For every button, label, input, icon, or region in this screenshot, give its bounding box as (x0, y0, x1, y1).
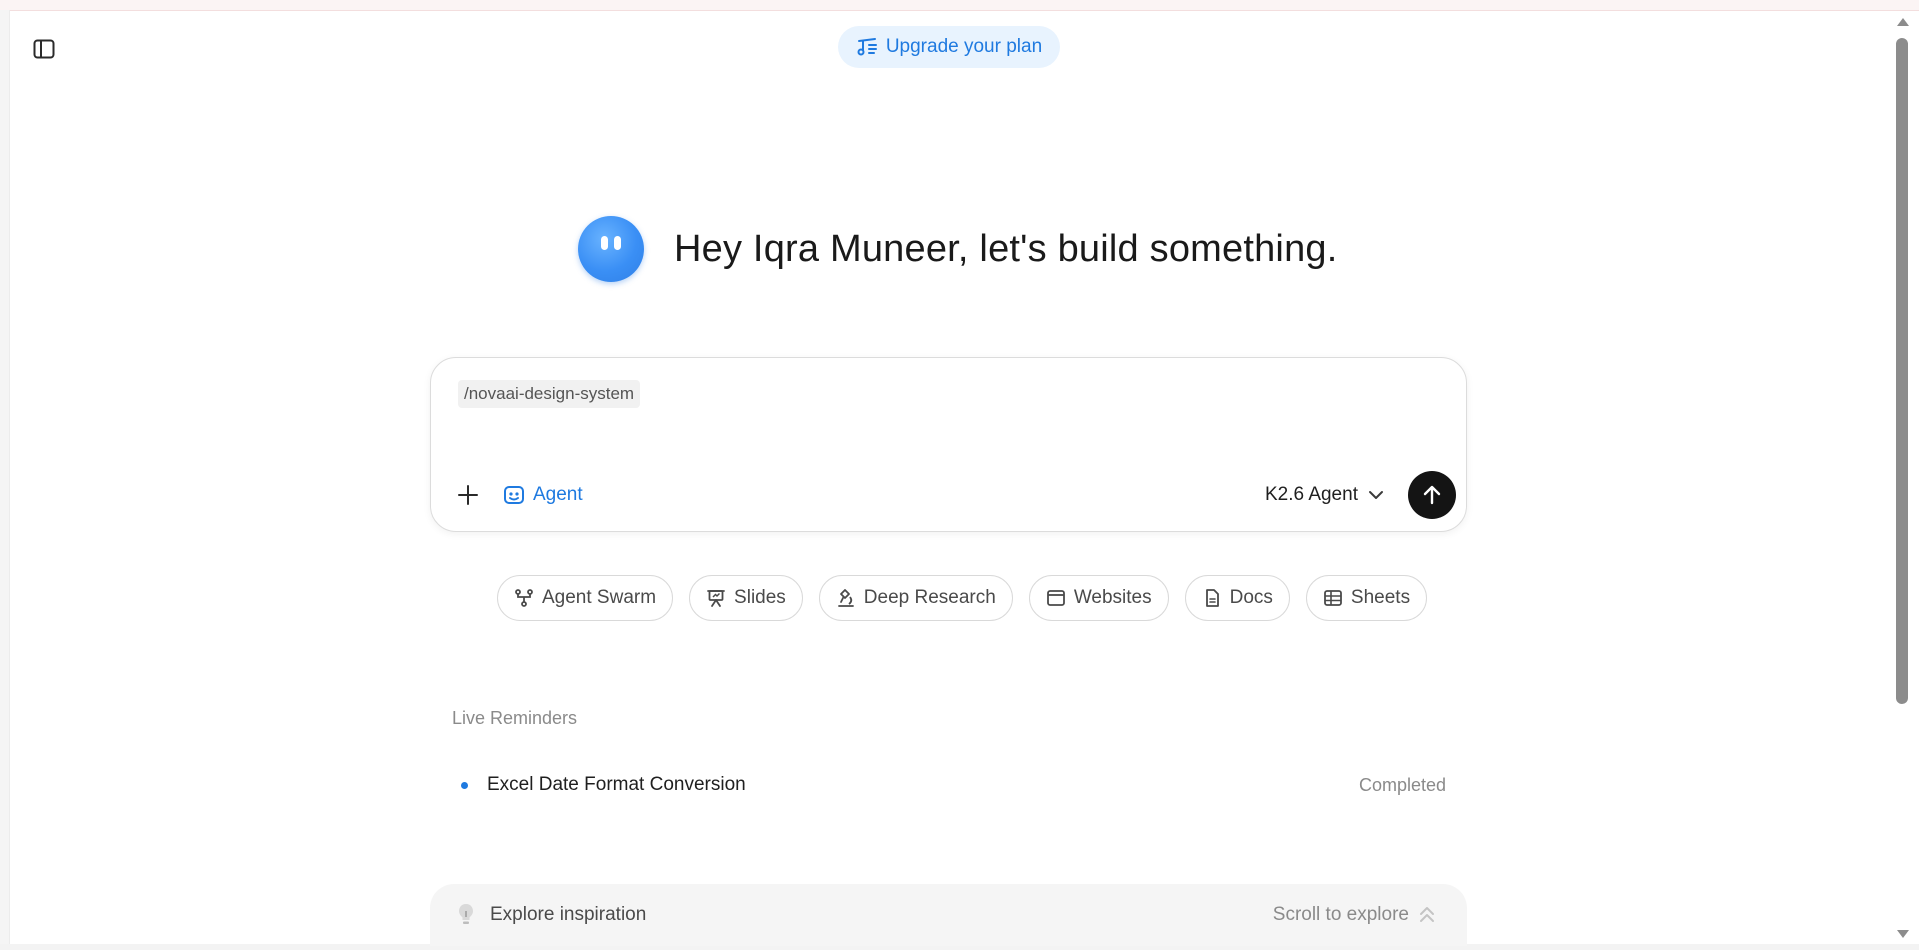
microscope-icon (837, 589, 854, 607)
explore-label-group: Explore inspiration (456, 902, 646, 928)
assistant-avatar (578, 216, 644, 282)
plus-icon (458, 485, 478, 505)
upgrade-plan-button[interactable]: Upgrade your plan (838, 26, 1060, 68)
scroll-down-arrow[interactable] (1897, 930, 1909, 938)
scroll-thumb[interactable] (1896, 38, 1908, 704)
arrow-up-icon (1423, 485, 1441, 505)
chip-label: Deep Research (863, 587, 996, 608)
chevron-down-icon (1368, 491, 1383, 499)
double-chevron-up-icon (1420, 907, 1434, 922)
chip-slides[interactable]: Slides (689, 575, 803, 621)
avatar-eye (614, 236, 621, 250)
window-left-edge (0, 10, 10, 950)
chip-label: Slides (734, 587, 786, 608)
model-selector-label: K2.6 Agent (1265, 484, 1358, 505)
agent-mode-label: Agent (533, 484, 583, 505)
slides-icon (707, 590, 725, 607)
slash-command-chip[interactable]: /novaai-design-system (458, 380, 641, 408)
table-icon (1324, 590, 1342, 606)
music-note-icon (857, 38, 877, 56)
live-reminders-title: Live Reminders (452, 708, 578, 728)
avatar-eye (601, 236, 608, 250)
scroll-hint-label: Scroll to explore (1272, 904, 1409, 925)
explore-inspiration-bar[interactable]: Explore inspiration Scroll to explore (430, 884, 1467, 946)
reminder-status: Completed (1358, 774, 1446, 795)
hero: Hey Iqra Muneer, let's build something. (578, 214, 1338, 284)
scroll-up-arrow[interactable] (1897, 18, 1909, 26)
sidebar-toggle-button[interactable] (31, 36, 57, 62)
greeting-heading: Hey Iqra Muneer, let's build something. (674, 227, 1338, 270)
agent-mode-toggle[interactable]: Agent (503, 480, 583, 510)
chip-sheets[interactable]: Sheets (1305, 575, 1428, 621)
send-button[interactable] (1408, 471, 1456, 519)
window-top-edge (0, 0, 1919, 11)
reminder-status-dot (461, 781, 468, 789)
chip-deep-research[interactable]: Deep Research (818, 575, 1013, 621)
chip-label: Docs (1229, 587, 1273, 608)
page-scrollbar[interactable] (1893, 12, 1911, 940)
agent-icon (504, 486, 524, 504)
shortcut-chips: Agent Swarm Slides Deep Research Website… (497, 575, 1428, 623)
chip-docs[interactable]: Docs (1184, 575, 1290, 621)
sidebar-panel-icon (33, 39, 55, 59)
explore-label: Explore inspiration (490, 904, 647, 925)
browser-icon (1046, 590, 1065, 606)
chip-label: Sheets (1350, 587, 1411, 608)
reminder-title: Excel Date Format Conversion (487, 774, 746, 795)
scroll-to-explore[interactable]: Scroll to explore (1273, 904, 1435, 926)
upgrade-plan-label: Upgrade your plan (885, 36, 1043, 57)
add-attachment-button[interactable] (453, 480, 483, 510)
chip-label: Websites (1073, 587, 1152, 608)
swarm-icon (515, 589, 533, 607)
chip-agent-swarm[interactable]: Agent Swarm (497, 575, 674, 621)
reminder-item[interactable]: Excel Date Format Conversion Completed (452, 770, 1446, 800)
prompt-composer[interactable]: /novaai-design-system Agent K2.6 Agent (430, 357, 1467, 532)
chip-websites[interactable]: Websites (1028, 575, 1169, 621)
document-icon (1205, 589, 1219, 607)
chip-label: Agent Swarm (542, 587, 657, 608)
model-selector[interactable]: K2.6 Agent (1265, 480, 1384, 510)
lightbulb-icon (459, 904, 473, 924)
